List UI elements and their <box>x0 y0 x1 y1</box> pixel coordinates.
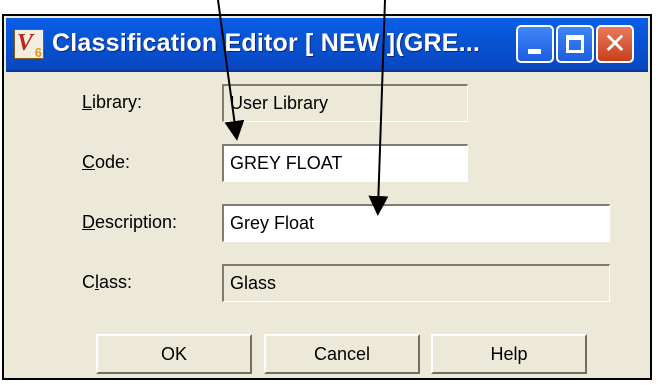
annotation-arrow-description <box>368 0 389 216</box>
annotation-arrows <box>217 0 389 216</box>
annotation-arrow-code <box>217 0 245 141</box>
